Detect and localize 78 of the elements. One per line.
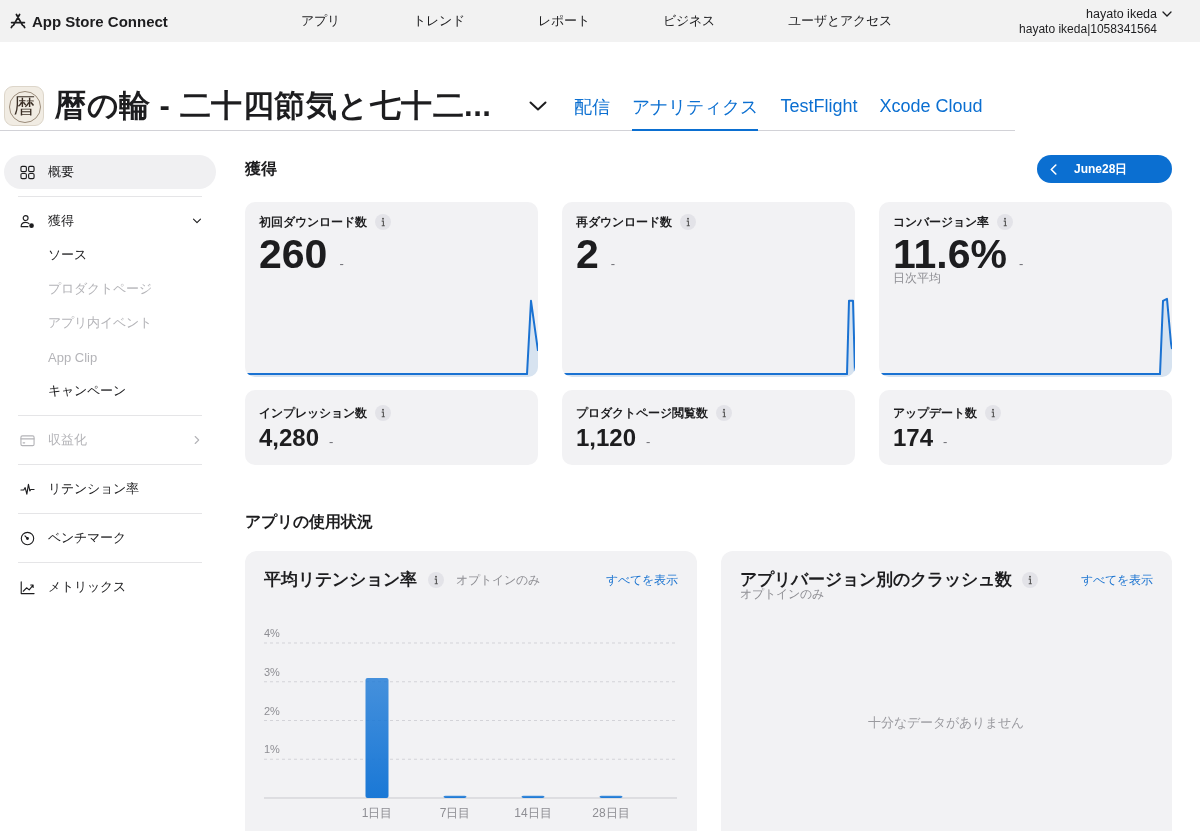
metric-label: 再ダウンロード数 (576, 214, 672, 231)
info-icon[interactable] (997, 214, 1013, 230)
app-title: 暦の輪 - 二十四節気と七十二... (55, 88, 492, 124)
y-tick-label: 4% (264, 627, 280, 639)
metric-change: - (646, 434, 651, 449)
metric-note: 日次平均 (892, 271, 942, 285)
sidebar-subitem[interactable]: ソース (4, 238, 216, 272)
y-tick-label: 2% (264, 704, 280, 717)
sidebar-item[interactable]: 獲得 (4, 204, 216, 238)
metric-label: インプレッション数 (259, 405, 367, 422)
section-heading: 獲得 (245, 159, 277, 179)
metric-change: - (329, 434, 334, 449)
metric-label: プロダクトページ閲覧数 (576, 405, 708, 422)
chart-bar (599, 795, 623, 798)
sidebar-item[interactable]: リテンション率 (4, 472, 216, 506)
y-tick-label: 3% (264, 665, 280, 678)
info-icon[interactable] (1021, 572, 1038, 588)
metric-change: - (1019, 256, 1024, 271)
tab[interactable]: TestFlight (780, 82, 858, 131)
view-all-link[interactable]: すべてを表示 (1081, 570, 1153, 590)
info-icon[interactable] (985, 405, 1001, 421)
y-tick-label: 1% (264, 743, 280, 756)
card-title: アプリバージョン別のクラッシュ数 (739, 570, 1012, 589)
section-heading: アプリの使用状況 (245, 512, 374, 532)
chart-bar (521, 795, 545, 798)
nav-link[interactable]: トレンド (412, 12, 465, 30)
pulse-icon (20, 481, 35, 497)
info-icon[interactable] (375, 214, 391, 230)
tab[interactable]: アナリティクス (632, 82, 759, 131)
metric-label: コンバージョン率 (893, 214, 989, 231)
metric-value: 2 (576, 233, 599, 275)
metric-change: - (339, 256, 344, 271)
info-icon[interactable] (375, 405, 391, 421)
metric-change: - (943, 434, 948, 449)
card-title: 平均リテンション率 (264, 570, 417, 590)
metric-value: 174 (893, 424, 934, 452)
info-icon[interactable] (428, 572, 444, 588)
x-tick-label: 7日目 (439, 806, 471, 820)
nav-link[interactable]: ビジネス (662, 12, 715, 30)
tab[interactable]: Xcode Cloud (879, 82, 983, 131)
info-icon[interactable] (716, 405, 732, 421)
sidebar-item[interactable]: 概要 (4, 155, 216, 189)
dial-icon (20, 530, 35, 546)
app-name: App Store Connect (32, 12, 168, 30)
metric-value: 1,120 (576, 424, 637, 452)
grid-icon (20, 164, 35, 180)
metric-value: 260 (259, 233, 328, 275)
card-icon (20, 432, 35, 448)
x-tick-label: 14日目 (514, 806, 552, 820)
date-button[interactable]: June28日 (1037, 155, 1172, 183)
nav-link[interactable]: ユーザとアクセス (787, 12, 892, 30)
nav-link[interactable]: アプリ (300, 12, 340, 30)
chevron-down-icon (529, 101, 548, 111)
metric-label: アップデート数 (893, 405, 977, 422)
x-tick-label: 28日目 (592, 806, 630, 820)
sidebar-item[interactable]: ベンチマーク (4, 521, 216, 555)
account-id: hayato ikeda|1058341564 (1019, 21, 1157, 36)
metric-change: - (610, 256, 616, 271)
card-note: オプトインのみ (456, 573, 540, 587)
user-menu-button[interactable]: hayato ikeda (1086, 6, 1172, 22)
sidebar-item[interactable]: メトリックス (4, 570, 216, 604)
chart-bar (443, 795, 467, 798)
chevron-down-icon (1162, 11, 1172, 17)
app-icon-glyph: 暦 (13, 95, 35, 117)
chevron-left-icon (1050, 163, 1057, 175)
x-tick-label: 1日目 (361, 806, 393, 820)
metric-label: 初回ダウンロード数 (259, 214, 367, 231)
empty-message: 十分なデータがありません (868, 714, 1025, 732)
info-icon[interactable] (680, 214, 696, 230)
view-all-link[interactable]: すべてを表示 (605, 570, 678, 590)
nav-link[interactable]: レポート (537, 12, 590, 30)
person-badge-icon (20, 213, 35, 229)
card-note: オプトインのみ (739, 587, 825, 601)
line-chart-icon (20, 579, 35, 595)
sidebar-subitem[interactable]: キャンペーン (4, 374, 216, 408)
metric-value: 4,280 (259, 424, 320, 452)
logo-icon (10, 13, 26, 29)
tab[interactable]: 配信 (574, 82, 611, 131)
